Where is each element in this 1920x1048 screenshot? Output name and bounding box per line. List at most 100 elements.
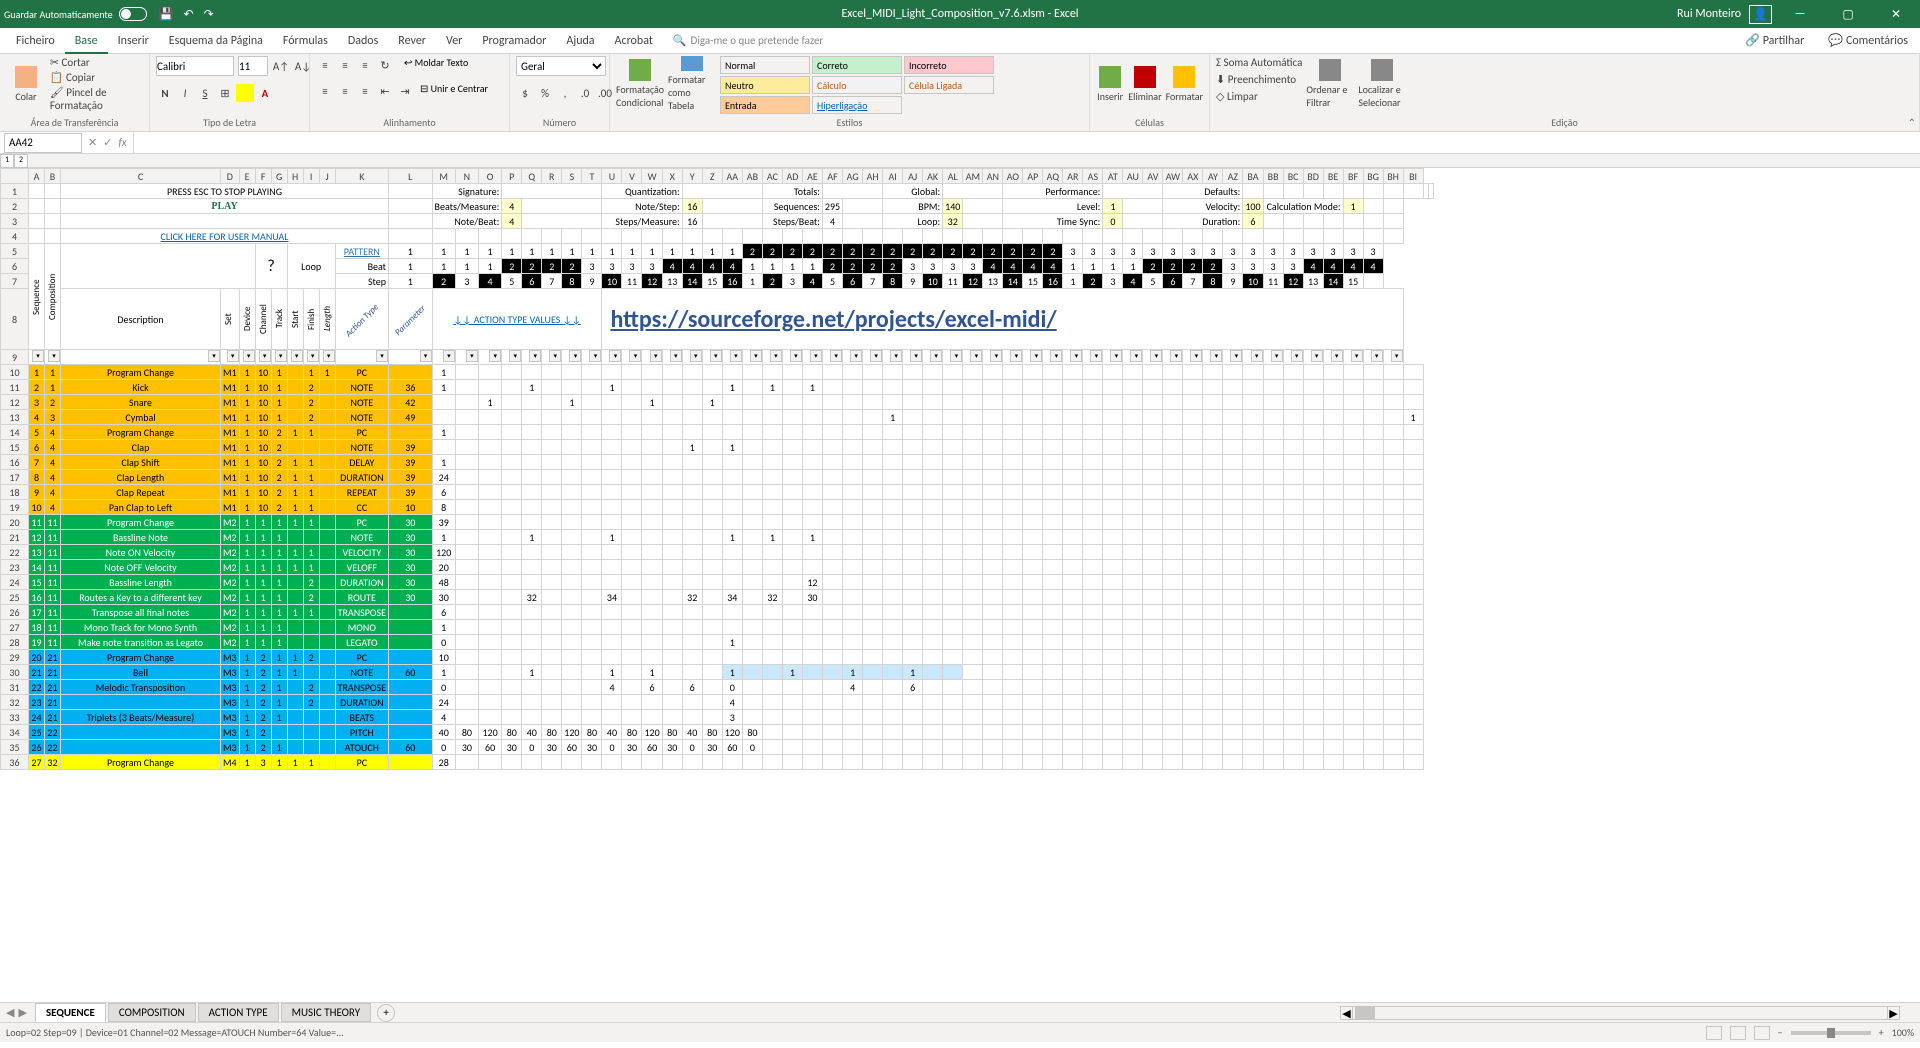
filter-cell[interactable]: ▾: [782, 350, 802, 365]
col-header[interactable]: AM: [963, 169, 983, 184]
save-icon[interactable]: 💾: [159, 7, 174, 22]
col-header[interactable]: Z: [702, 169, 722, 184]
col-header[interactable]: BC: [1283, 169, 1303, 184]
align-bottom-button[interactable]: ≡: [356, 56, 374, 74]
filter-cell[interactable]: ▾: [883, 350, 903, 365]
sheet-tab-sequence[interactable]: SEQUENCE: [35, 1003, 106, 1022]
filter-cell[interactable]: ▾: [742, 350, 762, 365]
col-header[interactable]: K: [335, 169, 388, 184]
ribbon-tab-programador[interactable]: Programador: [472, 28, 556, 54]
filter-cell[interactable]: ▾: [1183, 350, 1203, 365]
filter-cell[interactable]: ▾: [1123, 350, 1143, 365]
filter-cell[interactable]: ▾: [983, 350, 1003, 365]
align-top-button[interactable]: ≡: [316, 56, 334, 74]
spreadsheet-grid[interactable]: ABCDEFGHIJKLMNOPQRSTUVWXYZAAABACADAEAFAG…: [0, 168, 1920, 1002]
play-button[interactable]: PLAY: [61, 199, 389, 214]
col-header[interactable]: D: [221, 169, 240, 184]
col-header[interactable]: X: [662, 169, 682, 184]
border-button[interactable]: ⊞: [216, 84, 234, 102]
indent-dec-button[interactable]: ⇤: [376, 82, 394, 100]
normal-view-button[interactable]: [1706, 1026, 1722, 1040]
col-header[interactable]: AP: [1023, 169, 1043, 184]
filter-cell[interactable]: ▾: [1023, 350, 1043, 365]
filter-cell[interactable]: ▾: [255, 350, 271, 365]
col-header[interactable]: N: [455, 169, 478, 184]
pattern-header[interactable]: PATTERN: [335, 244, 388, 259]
comments-button[interactable]: 💬 Comentários: [1822, 31, 1914, 50]
filter-cell[interactable]: ▾: [45, 350, 61, 365]
font-name-select[interactable]: [156, 56, 234, 76]
ribbon-tab-ajuda[interactable]: Ajuda: [556, 28, 604, 54]
insert-cells-button[interactable]: Inserir: [1096, 56, 1124, 112]
maximize-button[interactable]: ▢: [1828, 0, 1868, 28]
col-header[interactable]: AQ: [1043, 169, 1063, 184]
filter-cell[interactable]: ▾: [502, 350, 522, 365]
filter-cell[interactable]: ▾: [1163, 350, 1183, 365]
col-header[interactable]: F: [255, 169, 271, 184]
col-header[interactable]: AU: [1123, 169, 1143, 184]
user-name[interactable]: Rui Monteiro: [1677, 7, 1741, 21]
bold-button[interactable]: N: [156, 84, 174, 102]
col-header[interactable]: Y: [682, 169, 702, 184]
font-color-button[interactable]: A: [256, 84, 274, 102]
col-header[interactable]: AX: [1183, 169, 1203, 184]
filter-cell[interactable]: ▾: [582, 350, 602, 365]
col-header[interactable]: BF: [1343, 169, 1363, 184]
col-header[interactable]: AH: [863, 169, 883, 184]
ribbon-tab-dados[interactable]: Dados: [338, 28, 388, 54]
col-header[interactable]: AR: [1063, 169, 1083, 184]
filter-cell[interactable]: ▾: [335, 350, 388, 365]
orientation-button[interactable]: ↻: [376, 56, 394, 74]
col-header[interactable]: A: [29, 169, 45, 184]
col-header[interactable]: AK: [923, 169, 943, 184]
col-header[interactable]: AN: [983, 169, 1003, 184]
filter-cell[interactable]: ▾: [923, 350, 943, 365]
filter-cell[interactable]: ▾: [843, 350, 863, 365]
share-button[interactable]: 🔗 Partilhar: [1739, 31, 1810, 50]
col-header[interactable]: AZ: [1223, 169, 1243, 184]
filter-cell[interactable]: ▾: [863, 350, 883, 365]
italic-button[interactable]: I: [176, 84, 194, 102]
ribbon-tab-ficheiro[interactable]: Ficheiro: [6, 28, 65, 54]
filter-cell[interactable]: ▾: [478, 350, 501, 365]
ribbon-tab-rever[interactable]: Rever: [388, 28, 436, 54]
col-header[interactable]: AV: [1143, 169, 1163, 184]
zoom-level[interactable]: 100%: [1892, 1026, 1914, 1039]
redo-icon[interactable]: ↷: [204, 7, 214, 22]
filter-cell[interactable]: ▾: [303, 350, 319, 365]
col-header[interactable]: AG: [843, 169, 863, 184]
col-header[interactable]: BH: [1383, 169, 1403, 184]
col-header[interactable]: W: [642, 169, 662, 184]
zoom-slider[interactable]: [1791, 1031, 1871, 1035]
zoom-in-button[interactable]: +: [1879, 1026, 1884, 1039]
col-header[interactable]: AI: [883, 169, 903, 184]
filter-cell[interactable]: ▾: [903, 350, 923, 365]
filter-cell[interactable]: ▾: [271, 350, 287, 365]
clear-button[interactable]: ◇ Limpar: [1216, 90, 1302, 103]
sheet-tab-action-type[interactable]: ACTION TYPE: [198, 1003, 279, 1022]
sheet-nav-last-icon[interactable]: ▶: [18, 1006, 26, 1019]
user-avatar-icon[interactable]: 👤: [1749, 5, 1772, 24]
tell-me-search[interactable]: 🔍 Diga-me o que pretende fazer: [673, 34, 823, 47]
currency-button[interactable]: $: [516, 84, 534, 102]
ribbon-tab-inserir[interactable]: Inserir: [108, 28, 159, 54]
add-sheet-button[interactable]: +: [377, 1004, 395, 1022]
action-type-values-link[interactable]: ↓↓ ACTION TYPE VALUES ↓↓: [432, 289, 602, 350]
filter-cell[interactable]: ▾: [562, 350, 582, 365]
enter-formula-icon[interactable]: ✓: [103, 136, 112, 149]
filter-cell[interactable]: ▾: [722, 350, 742, 365]
filter-cell[interactable]: ▾: [61, 350, 221, 365]
filter-cell[interactable]: ▾: [1223, 350, 1243, 365]
ribbon-tab-esquema da página[interactable]: Esquema da Página: [159, 28, 273, 54]
filter-cell[interactable]: ▾: [963, 350, 983, 365]
page-layout-view-button[interactable]: [1730, 1026, 1746, 1040]
outline-level-2[interactable]: 2: [14, 154, 28, 168]
col-header[interactable]: E: [239, 169, 255, 184]
col-header[interactable]: T: [582, 169, 602, 184]
percent-button[interactable]: %: [536, 84, 554, 102]
filter-cell[interactable]: ▾: [522, 350, 542, 365]
filter-cell[interactable]: ▾: [1203, 350, 1223, 365]
filter-cell[interactable]: ▾: [642, 350, 662, 365]
page-break-view-button[interactable]: [1754, 1026, 1770, 1040]
filter-cell[interactable]: ▾: [762, 350, 782, 365]
